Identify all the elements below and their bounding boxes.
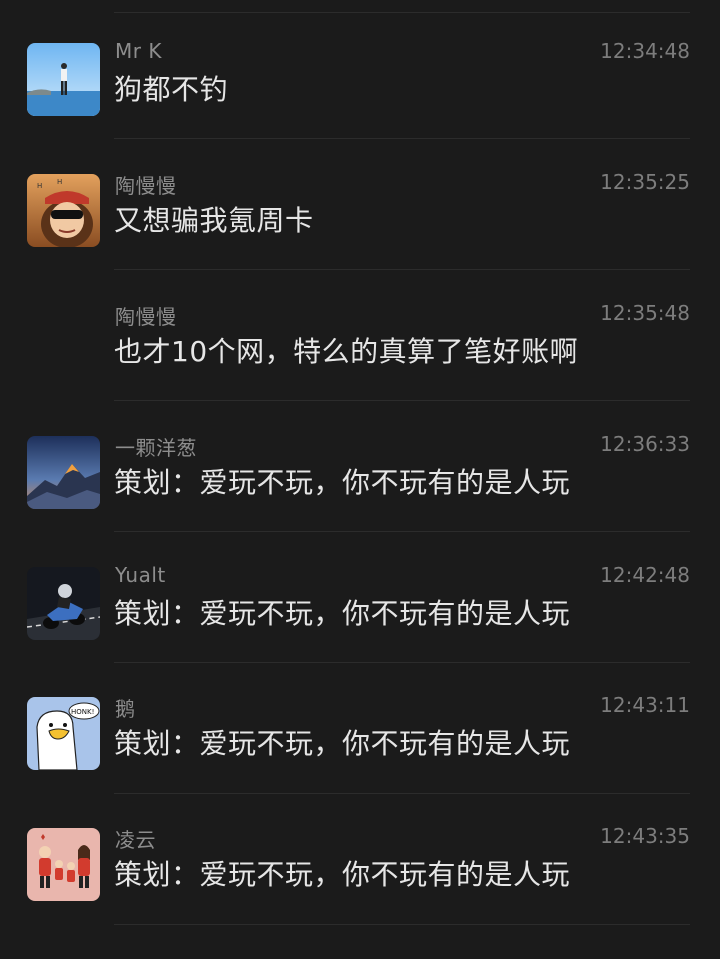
family-cartoon-avatar[interactable]: [27, 828, 100, 901]
message-timestamp: 12:35:25: [600, 170, 690, 194]
message-item[interactable]: HONK! 鹅 12:43:11 策划：爱玩不玩，你不玩有的是人玩: [0, 693, 720, 827]
message-text: 策划：爱玩不玩，你不玩有的是人玩: [114, 597, 571, 630]
svg-text:HONK!: HONK!: [71, 708, 94, 716]
divider: [114, 924, 690, 925]
divider: [114, 12, 690, 13]
sender-name: Yualt: [115, 563, 166, 587]
svg-text:H: H: [37, 182, 42, 190]
mountain-sunset-avatar[interactable]: [27, 436, 100, 509]
divider: [114, 400, 690, 401]
message-timestamp: 12:35:48: [600, 301, 690, 325]
divider: [114, 662, 690, 663]
message-text: 策划：爱玩不玩，你不玩有的是人玩: [114, 727, 571, 760]
svg-text:H: H: [57, 178, 62, 186]
motorcycle-rider-avatar[interactable]: [27, 567, 100, 640]
divider: [114, 531, 690, 532]
message-text: 狗都不钓: [114, 73, 229, 106]
message-text: 策划：爱玩不玩，你不玩有的是人玩: [114, 858, 571, 891]
sender-name: 陶慢慢: [115, 174, 177, 198]
message-text: 也才10个网，特么的真算了笔好账啊: [114, 335, 579, 368]
sender-name: 一颗洋葱: [115, 436, 197, 460]
message-timestamp: 12:36:33: [600, 432, 690, 456]
message-timestamp: 12:43:35: [600, 824, 690, 848]
person-at-sea-avatar[interactable]: [27, 43, 100, 116]
divider: [114, 269, 690, 270]
cartoon-girl-sunglasses-avatar[interactable]: H H: [27, 174, 100, 247]
goose-honk-avatar[interactable]: HONK!: [27, 697, 100, 770]
message-item[interactable]: Mr K 12:34:48 狗都不钓: [0, 39, 720, 173]
message-timestamp: 12:34:48: [600, 39, 690, 63]
sender-name: 鹅: [115, 697, 136, 721]
message-text: 又想骗我氪周卡: [114, 204, 314, 237]
message-item[interactable]: Yualt 12:42:48 策划：爱玩不玩，你不玩有的是人玩: [0, 563, 720, 697]
message-item[interactable]: 凌云 12:43:35 策划：爱玩不玩，你不玩有的是人玩: [0, 824, 720, 958]
message-text: 策划：爱玩不玩，你不玩有的是人玩: [114, 466, 571, 499]
sender-name: Mr K: [115, 39, 162, 63]
sender-name: 陶慢慢: [115, 305, 177, 329]
message-timestamp: 12:42:48: [600, 563, 690, 587]
message-item[interactable]: H H 陶慢慢 12:35:25 又想骗我氪周卡: [0, 170, 720, 304]
chat-message-list: Mr K 12:34:48 狗都不钓 H H 陶慢慢 12:35:25 又想骗我…: [0, 0, 720, 959]
message-timestamp: 12:43:11: [600, 693, 690, 717]
divider: [114, 793, 690, 794]
message-item[interactable]: 陶慢慢 12:35:48 也才10个网，特么的真算了笔好账啊: [0, 301, 720, 435]
divider: [114, 138, 690, 139]
message-item[interactable]: 一颗洋葱 12:36:33 策划：爱玩不玩，你不玩有的是人玩: [0, 432, 720, 566]
sender-name: 凌云: [115, 828, 156, 852]
